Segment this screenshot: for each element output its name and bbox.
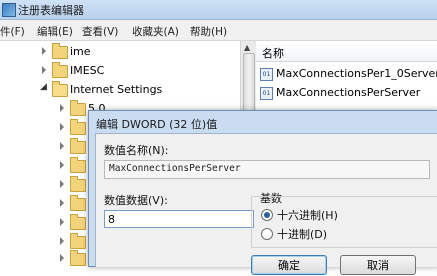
column-header-name[interactable]: 名称: [256, 41, 437, 62]
list-item[interactable]: 01 MaxConnectionsPer1_0Server: [256, 65, 437, 83]
scroll-up-icon[interactable]: ▲: [244, 43, 250, 52]
expand-arrow-icon[interactable]: [60, 199, 64, 207]
expand-arrow-icon[interactable]: [60, 161, 64, 169]
value-data-label: 数值数据(V):: [104, 194, 168, 207]
title-bar: 注册表编辑器: [0, 0, 437, 20]
folder-icon: [70, 119, 86, 135]
expand-arrow-icon[interactable]: [60, 142, 64, 150]
open-folder-icon: [52, 81, 68, 97]
scrollbar-thumb[interactable]: [243, 53, 255, 115]
window-title: 注册表编辑器: [18, 4, 84, 17]
menu-edit[interactable]: 编辑(E): [37, 24, 73, 39]
tree-item-internet-settings[interactable]: ◢ Internet Settings: [0, 81, 240, 99]
expand-arrow-icon[interactable]: [60, 104, 64, 112]
folder-icon: [70, 176, 86, 192]
folder-icon: [52, 43, 68, 59]
folder-icon: [52, 62, 68, 78]
value-name: MaxConnectionsPer1_0Server: [276, 67, 437, 80]
dialog-title: 编辑 DWORD (32 位)值: [96, 118, 218, 131]
column-header-label: 名称: [262, 47, 284, 60]
radio-label: 十六进制(H): [277, 209, 338, 222]
edit-dword-dialog: 编辑 DWORD (32 位)值 数值名称(N): MaxConnections…: [88, 110, 437, 275]
menu-view[interactable]: 查看(V): [82, 24, 118, 39]
expand-arrow-icon[interactable]: [42, 47, 46, 55]
dialog-body: 数值名称(N): MaxConnectionsPerServer 数值数据(V)…: [95, 133, 437, 275]
dword-value-icon: 01: [260, 68, 273, 81]
cancel-button[interactable]: 取消: [340, 255, 416, 275]
folder-icon: [70, 157, 86, 173]
expand-arrow-icon[interactable]: [60, 180, 64, 188]
expand-arrow-icon[interactable]: [60, 123, 64, 131]
collapse-arrow-icon[interactable]: ◢: [40, 82, 47, 92]
expand-arrow-icon[interactable]: [60, 218, 64, 226]
value-name-label: 数值名称(N):: [104, 144, 169, 157]
value-name-text: MaxConnectionsPerServer: [109, 163, 241, 174]
expand-arrow-icon[interactable]: [60, 254, 64, 262]
expand-arrow-icon[interactable]: [42, 66, 46, 74]
menu-favorites[interactable]: 收藏夹(A): [132, 24, 179, 39]
value-name-field: MaxConnectionsPerServer: [104, 160, 430, 179]
menu-bar: 件(F) 编辑(E) 查看(V) 收藏夹(A) 帮助(H): [0, 20, 437, 41]
dword-value-icon: 01: [260, 87, 273, 100]
expand-arrow-icon[interactable]: [60, 237, 64, 245]
menu-file[interactable]: 件(F): [0, 24, 25, 39]
value-data-input[interactable]: [104, 210, 254, 228]
tree-item-label: Internet Settings: [70, 83, 163, 96]
list-item[interactable]: 01 MaxConnectionsPerServer: [256, 84, 437, 102]
folder-icon: [70, 100, 86, 116]
folder-icon: [70, 214, 86, 230]
folder-icon: [70, 233, 86, 249]
ok-button[interactable]: 确定: [251, 255, 327, 275]
folder-icon: [70, 195, 86, 211]
folder-icon: [70, 138, 86, 154]
tree-item-imesc[interactable]: IMESC: [0, 62, 240, 80]
tree-item-label: ime: [70, 45, 91, 58]
menu-help[interactable]: 帮助(H): [190, 24, 227, 39]
radio-button-selected[interactable]: [261, 209, 273, 221]
radio-label: 十进制(D): [277, 228, 328, 241]
value-name: MaxConnectionsPerServer: [276, 86, 421, 99]
radio-button[interactable]: [261, 228, 273, 240]
folder-icon: [70, 250, 86, 266]
tree-item-label: IMESC: [70, 64, 105, 77]
tree-item-ime[interactable]: ime: [0, 43, 240, 61]
registry-editor-icon: [2, 3, 16, 17]
